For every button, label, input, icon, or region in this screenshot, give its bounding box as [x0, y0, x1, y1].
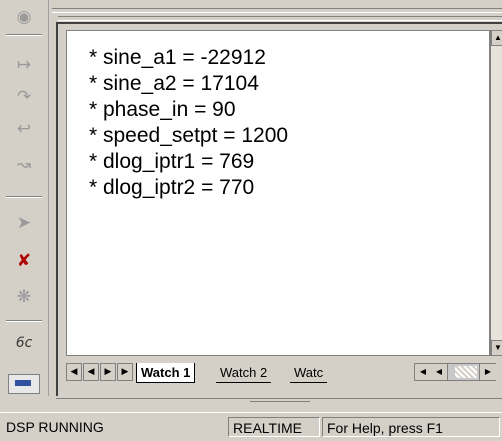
- watch-entry[interactable]: * dlog_iptr2 = 770: [89, 175, 288, 201]
- watch-content-area[interactable]: * sine_a1 = -22912 * sine_a2 = 17104 * p…: [66, 30, 490, 356]
- previous-tab-icon[interactable]: ◀: [83, 363, 99, 381]
- watch-tab-bar: ◀ ◀ ▶ ▶ Watch 1 Watch 2 Watc ◀ ◀ ▶: [66, 362, 502, 384]
- debug-toolbar: ◉ ↦ ↷ ↩ ↝ ➤ ✘ ❋ 6c: [0, 0, 49, 396]
- next-tab-icon[interactable]: ▶: [100, 363, 116, 381]
- toolbar-separator: [6, 196, 42, 198]
- glasses-icon[interactable]: ◉: [10, 4, 38, 30]
- watch-entry[interactable]: * phase_in = 90: [89, 97, 288, 123]
- watch-window-icon[interactable]: [8, 374, 40, 394]
- run-icon[interactable]: ➤: [10, 210, 38, 236]
- scroll-track[interactable]: [455, 366, 477, 378]
- step-into-icon[interactable]: ↦: [10, 52, 38, 78]
- watch-entry[interactable]: * sine_a2 = 17104: [89, 71, 288, 97]
- horizontal-scrollbar[interactable]: ◀ ◀ ▶: [414, 363, 496, 381]
- status-help: For Help, press F1: [322, 417, 500, 437]
- toolbar-separator: [6, 320, 42, 322]
- scroll-left-arrow-icon[interactable]: ◀: [415, 364, 432, 380]
- watch-list: * sine_a1 = -22912 * sine_a2 = 17104 * p…: [89, 45, 288, 201]
- top-divider: [58, 16, 502, 21]
- watch-entry[interactable]: * speed_setpt = 1200: [89, 123, 288, 149]
- scroll-down-arrow-icon[interactable]: ▼: [491, 340, 502, 356]
- scroll-right-arrow-icon[interactable]: ▶: [479, 364, 496, 380]
- first-tab-icon[interactable]: ◀: [66, 363, 82, 381]
- top-divider: [52, 8, 502, 13]
- watch-entry[interactable]: * dlog_iptr1 = 769: [89, 149, 288, 175]
- vertical-scrollbar[interactable]: ▲ ▼: [490, 30, 502, 356]
- view-code-glyph: 6c: [15, 335, 33, 351]
- scroll-left-step-icon[interactable]: ◀: [431, 364, 448, 380]
- tab-watch-1[interactable]: Watch 1: [136, 363, 196, 383]
- running-man-icon[interactable]: ✘: [10, 248, 38, 274]
- window-bottom-edge: [56, 398, 502, 409]
- watch-entry[interactable]: * sine_a1 = -22912: [89, 45, 288, 71]
- scroll-up-arrow-icon[interactable]: ▲: [491, 30, 502, 46]
- step-over-icon[interactable]: ↷: [10, 84, 38, 110]
- animate-icon[interactable]: ❋: [10, 284, 38, 310]
- watch-window: * sine_a1 = -22912 * sine_a2 = 17104 * p…: [56, 22, 502, 396]
- last-tab-icon[interactable]: ▶: [117, 363, 133, 381]
- tab-watch-3[interactable]: Watc: [290, 363, 328, 383]
- tab-watch-2[interactable]: Watch 2: [216, 363, 272, 383]
- status-bar: DSP RUNNING REALTIME For Help, press F1: [0, 412, 502, 441]
- toolbar-separator: [6, 34, 42, 36]
- view-code-icon[interactable]: 6c: [10, 330, 38, 356]
- step-out-icon[interactable]: ↩: [10, 116, 38, 142]
- status-state: DSP RUNNING: [6, 419, 104, 435]
- run-to-cursor-icon[interactable]: ↝: [10, 152, 38, 178]
- status-mode: REALTIME: [228, 417, 320, 437]
